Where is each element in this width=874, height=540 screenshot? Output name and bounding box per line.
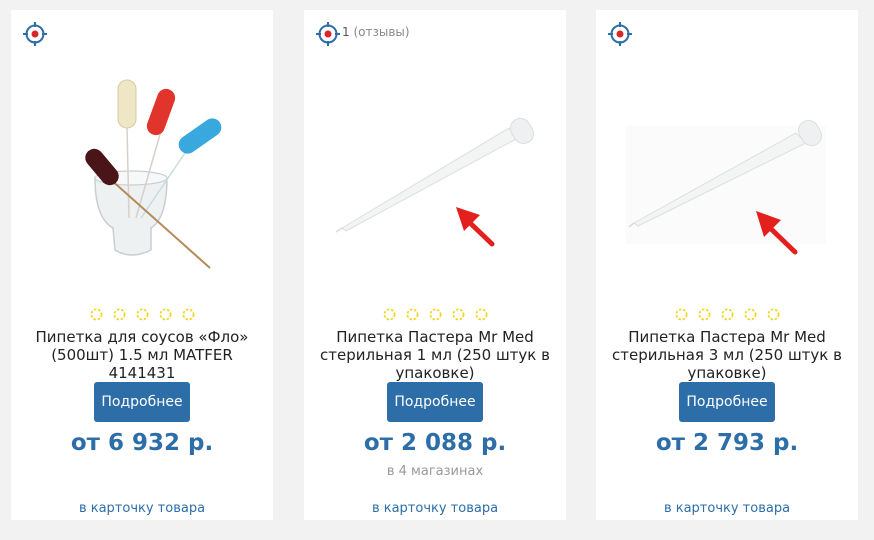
review-count-number[interactable]: 1 xyxy=(342,25,350,39)
shops-count: в 4 магазинах xyxy=(386,464,484,479)
rating-stars xyxy=(596,306,858,324)
product-image[interactable] xyxy=(11,68,273,283)
star-outline-icon xyxy=(136,308,148,321)
product-title[interactable]: Пипетка для соусов «Фло» (500шт) 1.5 мл … xyxy=(19,328,265,382)
details-button[interactable]: Подробнее xyxy=(387,382,483,422)
product-price: от 2 088 р. xyxy=(363,430,507,456)
product-card: Пипетка для соусов «Фло» (500шт) 1.5 мл … xyxy=(11,10,273,520)
star-outline-icon xyxy=(452,308,464,321)
product-title[interactable]: Пипетка Пастера Mr Med стерильная 3 мл (… xyxy=(604,328,850,382)
rating-stars xyxy=(11,306,273,324)
target-icon[interactable] xyxy=(23,22,47,46)
review-count[interactable]: 1 (отзывы) xyxy=(342,25,410,39)
product-title[interactable]: Пипетка Пастера Mr Med стерильная 1 мл (… xyxy=(312,328,558,382)
star-outline-icon xyxy=(406,308,418,321)
product-card-link[interactable]: в карточку товара xyxy=(11,501,273,516)
star-outline-icon xyxy=(113,308,125,321)
star-outline-icon xyxy=(90,308,102,321)
star-outline-icon xyxy=(767,308,779,321)
star-outline-icon xyxy=(475,308,487,321)
product-card-link[interactable]: в карточку товара xyxy=(596,501,858,516)
product-card-link[interactable]: в карточку товара xyxy=(304,501,566,516)
star-outline-icon xyxy=(182,308,194,321)
star-outline-icon xyxy=(744,308,756,321)
product-price: от 2 793 р. xyxy=(655,430,799,456)
target-icon[interactable] xyxy=(316,22,340,46)
star-outline-icon xyxy=(698,308,710,321)
red-arrow-icon xyxy=(456,207,495,247)
product-image[interactable] xyxy=(304,68,566,283)
star-outline-icon xyxy=(721,308,733,321)
product-card: 1 (отзывы) Пипетка Пастера Mr Med стерил… xyxy=(304,10,566,520)
review-count-label[interactable]: (отзывы) xyxy=(353,25,409,39)
star-outline-icon xyxy=(159,308,171,321)
product-card: Пипетка Пастера Mr Med стерильная 3 мл (… xyxy=(596,10,858,520)
star-outline-icon xyxy=(383,308,395,321)
details-button[interactable]: Подробнее xyxy=(94,382,190,422)
product-image[interactable] xyxy=(596,68,858,283)
target-icon[interactable] xyxy=(608,22,632,46)
star-outline-icon xyxy=(429,308,441,321)
star-outline-icon xyxy=(675,308,687,321)
product-price: от 6 932 р. xyxy=(70,430,214,456)
details-button[interactable]: Подробнее xyxy=(679,382,775,422)
rating-stars xyxy=(304,306,566,324)
